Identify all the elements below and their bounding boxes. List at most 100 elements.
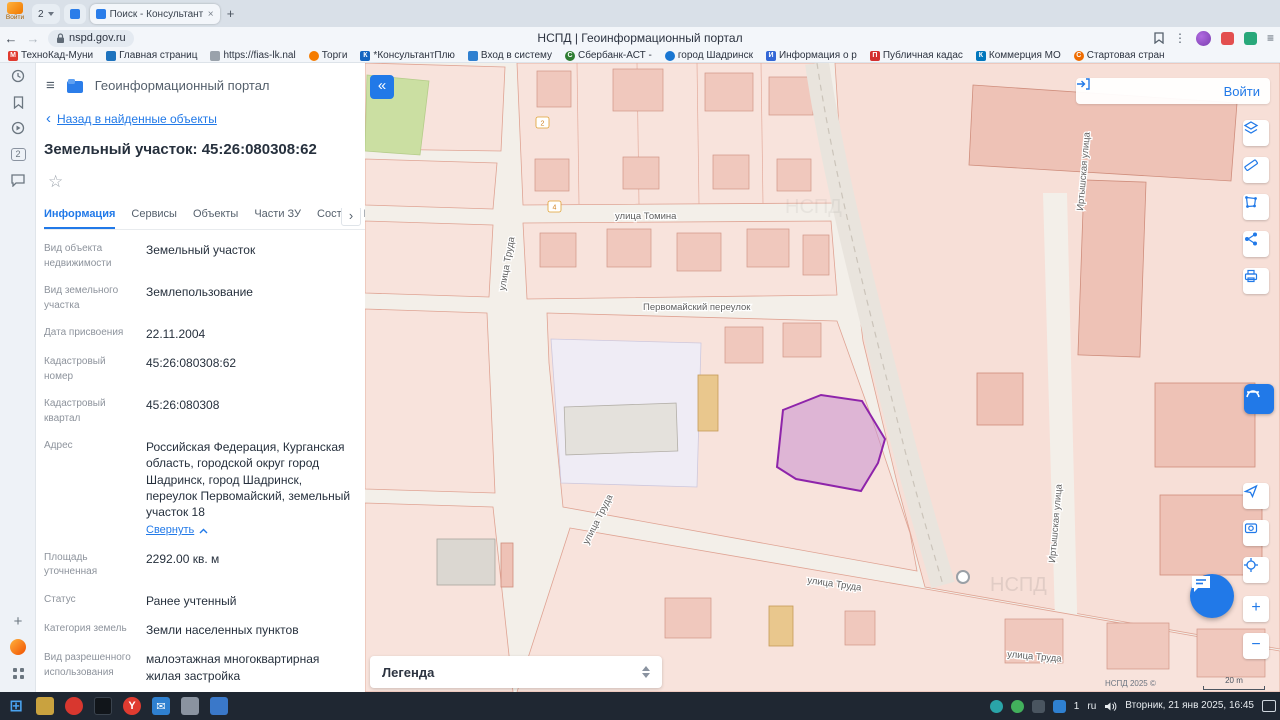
yandex-browser-icon[interactable]: Y xyxy=(119,694,145,718)
zoom-out-button[interactable]: − xyxy=(1243,633,1269,659)
kebab-menu-icon[interactable]: ⋮ xyxy=(1174,31,1186,45)
active-tab[interactable]: Поиск - КонсультантПлю × xyxy=(90,4,220,24)
measure-area-tool-button[interactable] xyxy=(1243,194,1269,220)
bookmark-item[interactable]: МТехноКад-Муни xyxy=(8,50,93,61)
tray-app-icon[interactable] xyxy=(1011,700,1024,713)
bookmark-item[interactable]: Главная страниц xyxy=(106,50,197,61)
object-attributes: Вид объекта недвижимостиЗемельный участо… xyxy=(36,230,365,692)
window-gray-icon[interactable] xyxy=(177,694,203,718)
basemap-panel-button[interactable] xyxy=(1244,384,1274,414)
bookmark-favicon: С xyxy=(565,51,575,61)
tabs-scroll-right-button[interactable]: › xyxy=(341,208,361,226)
volume-icon[interactable] xyxy=(1104,701,1117,712)
bookmark-favicon: К xyxy=(360,51,370,61)
field-row: Кадастровый номер45:26:080308:62 xyxy=(44,355,355,384)
bookmark-favicon xyxy=(106,51,116,61)
bookmark-item[interactable]: ППубличная кадас xyxy=(870,50,963,61)
tray-app-icon[interactable] xyxy=(990,700,1003,713)
window-blue-icon[interactable] xyxy=(206,694,232,718)
field-label: Адрес xyxy=(44,439,146,538)
bookmark-item[interactable]: ККоммерция МО xyxy=(976,50,1061,61)
svg-text:4: 4 xyxy=(553,205,557,212)
bookmark-item[interactable]: К*КонсультантПлю xyxy=(360,50,455,61)
mail-app-icon[interactable]: ✉ xyxy=(148,694,174,718)
tabs-count-badge[interactable]: 2 xyxy=(0,141,36,167)
field-value: Ранее учтенный xyxy=(146,593,355,609)
tab-objects[interactable]: Объекты xyxy=(193,208,238,229)
panel-menu-icon[interactable]: ≡ xyxy=(46,77,55,94)
forward-icon[interactable]: → xyxy=(22,31,44,46)
media-play-icon[interactable] xyxy=(0,115,36,141)
tab-counter[interactable]: 2 xyxy=(32,4,60,24)
language-indicator[interactable]: ru xyxy=(1087,701,1096,712)
chat-panel-icon[interactable] xyxy=(0,167,36,193)
back-to-results-link[interactable]: ‹ Назад в найденные объекты xyxy=(46,110,365,127)
geolocation-tool-button[interactable] xyxy=(1243,557,1269,583)
bookmarks-panel-icon[interactable] xyxy=(0,89,36,115)
bookmark-favicon: И xyxy=(766,51,776,61)
taskbar: ⊞ Y ✉ 1 ru Вторник, 21 янв 2025, 16:45 xyxy=(0,692,1280,720)
share-tool-button[interactable] xyxy=(1243,231,1269,257)
bookmark-favicon xyxy=(309,51,319,61)
field-value: 45:26:080308 xyxy=(146,397,355,426)
new-tab-button[interactable]: + xyxy=(222,4,240,24)
layers-tool-button[interactable] xyxy=(1243,120,1269,146)
address-bar[interactable]: nspd.gov.ru xyxy=(48,30,134,47)
bookmark-label: Главная страниц xyxy=(119,50,197,61)
browser-menu-icon[interactable]: ≡ xyxy=(1267,31,1274,45)
yandex-services-icon[interactable] xyxy=(0,634,36,660)
screenshot-tool-button[interactable] xyxy=(1243,520,1269,546)
browser-red-icon[interactable] xyxy=(61,694,87,718)
collapse-address-link[interactable]: Свернуть xyxy=(146,523,355,538)
collections-icon[interactable] xyxy=(1244,32,1257,45)
ruler-tool-button[interactable] xyxy=(1243,157,1269,183)
login-label: Войти xyxy=(1224,84,1260,99)
tab-services[interactable]: Сервисы xyxy=(131,208,177,229)
pinned-tab[interactable] xyxy=(64,4,86,24)
favorite-star-icon[interactable]: ☆ xyxy=(48,172,365,192)
map-login-button[interactable]: Войти xyxy=(1076,78,1270,104)
browser-profile-button[interactable]: Войти xyxy=(0,0,30,27)
bookmark-item[interactable]: ССтартовая стран xyxy=(1074,50,1165,61)
legend-toggle[interactable]: Легенда xyxy=(370,656,662,688)
legend-chevrons-icon xyxy=(642,666,650,678)
tab-parts[interactable]: Части ЗУ xyxy=(254,208,301,229)
notification-center-icon[interactable] xyxy=(1262,700,1276,712)
bookmark-item[interactable]: город Шадринск xyxy=(665,50,753,61)
add-panel-icon[interactable]: + xyxy=(0,608,36,634)
map-canvas[interactable]: 2 4 НСПД НСПД улица Томина Первомайский … xyxy=(365,63,1280,692)
browser-avatar[interactable] xyxy=(1196,31,1211,46)
bookmark-item[interactable]: ИИнформация о р xyxy=(766,50,857,61)
close-tab-icon[interactable]: × xyxy=(208,9,214,20)
taskbar-clock[interactable]: Вторник, 21 янв 2025, 16:45 xyxy=(1125,700,1254,712)
promo-icon[interactable] xyxy=(1221,32,1234,45)
bookmark-item[interactable]: Вход в систему xyxy=(468,50,552,61)
poi-marker[interactable] xyxy=(957,571,969,583)
object-info-panel: ≡ Геоинформационный портал ‹ Назад в най… xyxy=(36,63,365,692)
bookmark-item[interactable]: Торги xyxy=(309,50,348,61)
bookmark-item[interactable]: ССбербанк-АСТ - xyxy=(565,50,652,61)
field-value: Российская Федерация, Курганская область… xyxy=(146,439,355,538)
locate-tool-button[interactable] xyxy=(1243,483,1269,509)
print-tool-button[interactable] xyxy=(1243,268,1269,294)
history-icon[interactable] xyxy=(0,63,36,89)
profile-label: Войти xyxy=(0,14,30,21)
tray-app-icon[interactable] xyxy=(1053,700,1066,713)
bookmark-label: город Шадринск xyxy=(678,50,753,61)
apps-grid-icon[interactable] xyxy=(0,660,36,686)
bookmark-item[interactable]: https://fias-lk.nal xyxy=(210,50,295,61)
file-explorer-icon[interactable] xyxy=(32,694,58,718)
tab-information[interactable]: Информация xyxy=(44,208,115,229)
field-row: Вид земельного участкаЗемлепользование xyxy=(44,284,355,313)
terminal-icon[interactable] xyxy=(90,694,116,718)
start-button[interactable]: ⊞ xyxy=(3,694,29,718)
tray-app-icon[interactable] xyxy=(1032,700,1045,713)
street-label: улица Томина xyxy=(615,211,677,222)
system-tray: 1 ru Вторник, 21 янв 2025, 16:45 xyxy=(990,692,1276,720)
zoom-in-button[interactable]: + xyxy=(1243,596,1269,622)
back-icon[interactable]: ← xyxy=(0,31,22,46)
support-chat-button[interactable] xyxy=(1190,574,1234,618)
bookmark-label: Вход в систему xyxy=(481,50,552,61)
collapse-panel-button[interactable]: « xyxy=(370,75,394,99)
bookmark-flag-icon[interactable] xyxy=(1154,32,1164,44)
